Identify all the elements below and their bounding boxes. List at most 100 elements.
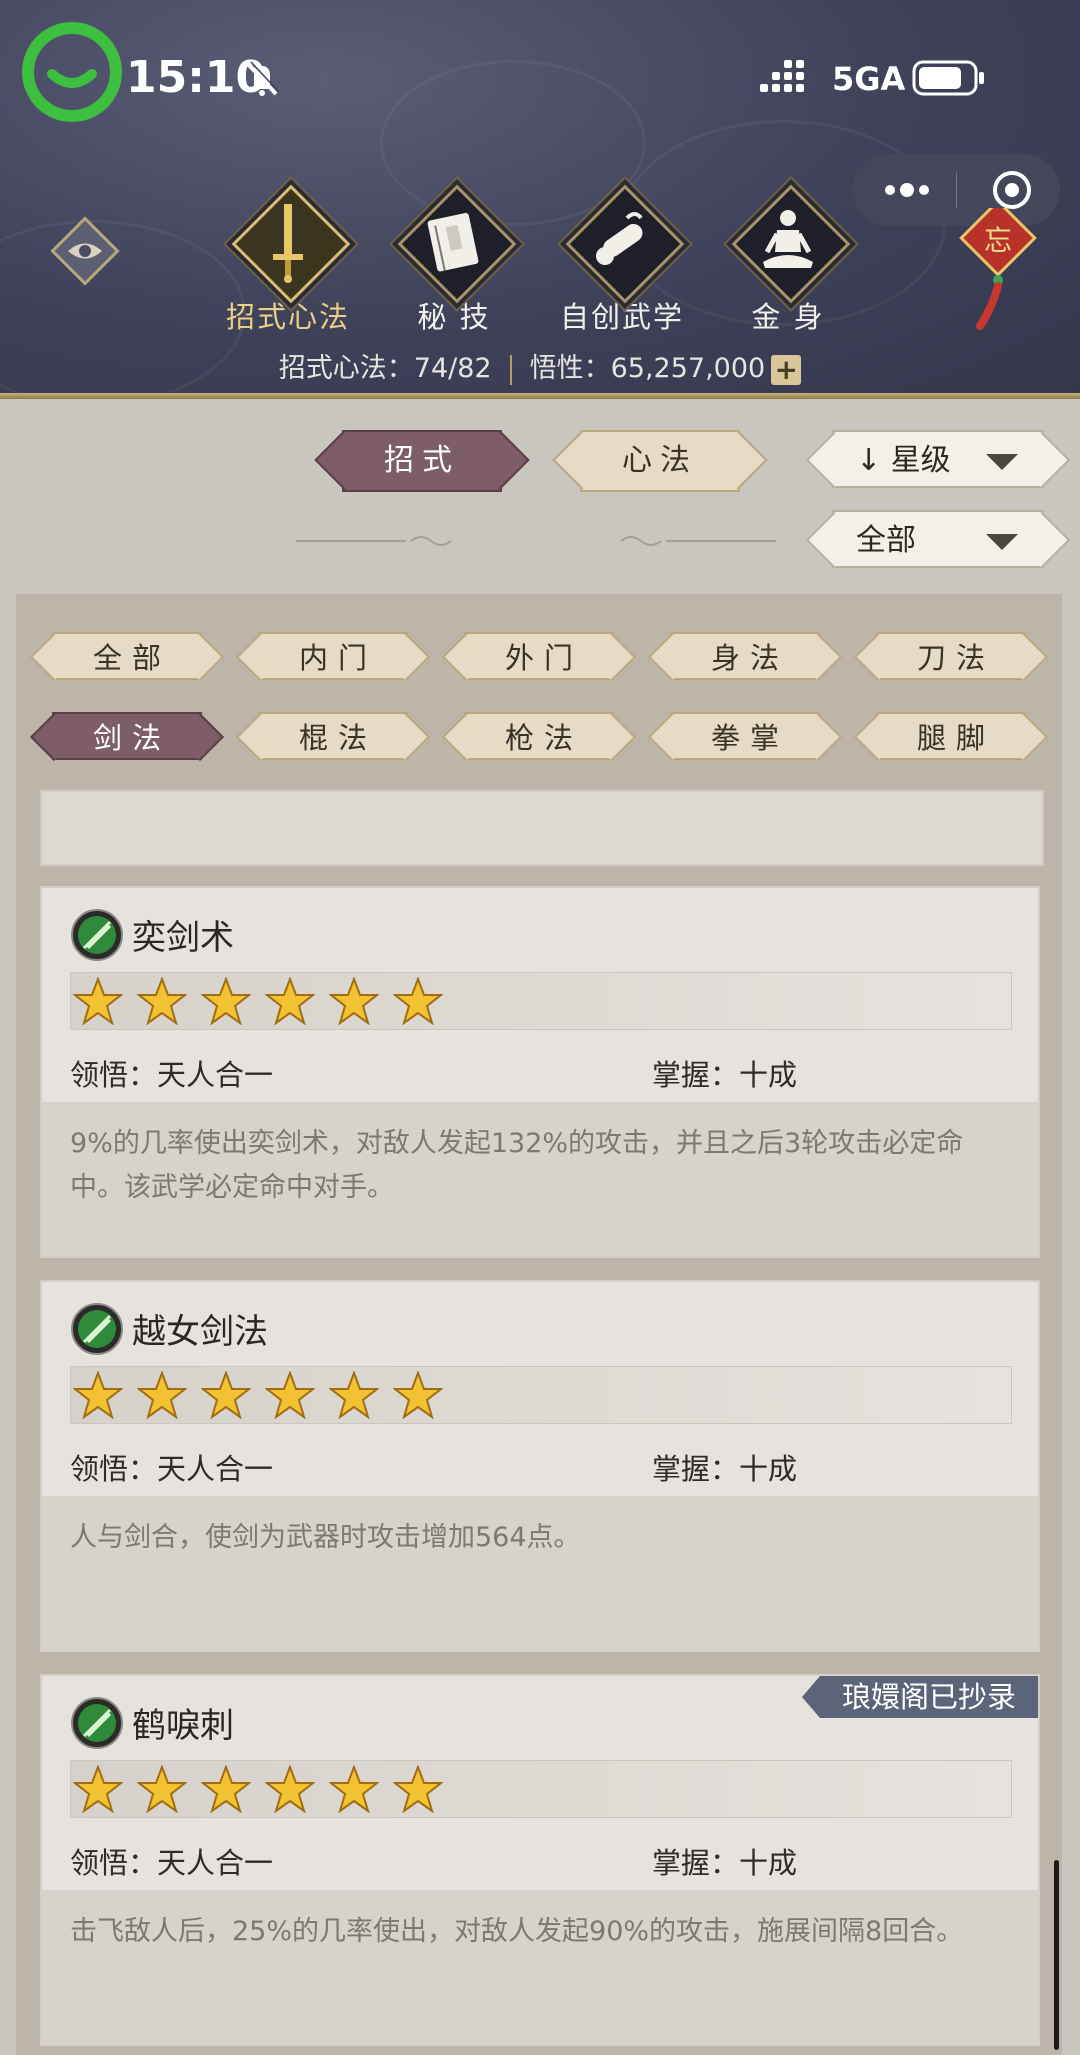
star-icon [265, 1765, 315, 1813]
scrollbar[interactable] [1054, 1860, 1059, 2050]
archived-badge: 琅嬛阁已抄录 [801, 1676, 1038, 1718]
category-saber[interactable]: 刀法 [876, 632, 1026, 680]
category-label: 腿脚 [916, 721, 995, 755]
category-sword[interactable]: 剑法 [52, 712, 202, 760]
capsule-divider [956, 172, 957, 208]
star-rating [70, 972, 1012, 1030]
chat-app-icon [22, 22, 122, 122]
filter-label: 全部 [856, 523, 916, 558]
tab-frame [731, 184, 851, 304]
star-icon [201, 977, 251, 1025]
category-inner[interactable]: 内门 [258, 632, 408, 680]
star-icon [137, 1765, 187, 1813]
star-icon [201, 1371, 251, 1419]
sword-skill-icon [71, 909, 123, 961]
mastery-level: 掌握：十成 [652, 1846, 798, 1880]
talisman-icon[interactable]: 忘 [958, 208, 1038, 338]
skill-description: 击飞敌人后，25%的几率使出，对敌人发起90%的攻击，施展间隔8回合。 [70, 1916, 964, 1947]
toggle-moves-label: 招式 [384, 443, 460, 478]
close-target-icon[interactable] [990, 168, 1034, 212]
star-icon [329, 1765, 379, 1813]
star-rating [70, 1366, 1012, 1424]
star-icon [137, 977, 187, 1025]
skill-card[interactable]: 琅嬛阁已抄录 鹤唳刺 领悟：天人合一 掌握：十成 击飞敌人后，25%的几率使出，… [40, 1674, 1040, 2046]
tab-golden-body[interactable]: 金 身 [718, 184, 858, 336]
category-label: 剑法 [92, 721, 171, 755]
toggle-mind-button[interactable]: 心法 [580, 430, 740, 492]
bell-muted-icon [246, 61, 280, 96]
scroll-icon [596, 212, 643, 265]
signal-icon [760, 60, 804, 92]
skill-panel: 全部 内门 外门 身法 刀法 剑法 棍法 枪法 拳掌 腿脚 奕剑术 领悟：天人合… [16, 594, 1062, 2055]
star-icon [393, 1765, 443, 1813]
category-fist[interactable]: 拳掌 [670, 712, 820, 760]
category-label: 全部 [92, 641, 171, 675]
skill-name: 越女剑法 [132, 1312, 268, 1352]
star-icon [265, 977, 315, 1025]
eye-icon[interactable] [50, 216, 120, 286]
skill-card[interactable]: 奕剑术 领悟：天人合一 掌握：十成 9%的几率使出奕剑术，对敌人发起132%的攻… [40, 886, 1040, 1258]
moves-count: 招式心法：74/82 [278, 353, 492, 384]
book-icon [427, 212, 479, 272]
star-icon [393, 977, 443, 1025]
skill-name: 奕剑术 [132, 918, 234, 958]
category-label: 身法 [710, 641, 789, 675]
category-all[interactable]: 全部 [52, 632, 202, 680]
tab-frame [231, 184, 351, 304]
description-box: 击飞敌人后，25%的几率使出，对敌人发起90%的攻击，施展间隔8回合。 [42, 1890, 1038, 2044]
star-icon [329, 977, 379, 1025]
category-leg[interactable]: 腿脚 [876, 712, 1026, 760]
star-icon [73, 977, 123, 1025]
skill-description: 人与剑合，使剑为武器时攻击增加564点。 [70, 1522, 581, 1553]
sort-arrow-icon: ↓ [856, 443, 882, 478]
comprehension-level: 领悟：天人合一 [70, 1058, 274, 1092]
star-icon [137, 1371, 187, 1419]
sort-label: 星级 [890, 443, 951, 478]
tab-secret-skills[interactable]: 秘 技 [384, 184, 524, 336]
description-box: 人与剑合，使剑为武器时攻击增加564点。 [42, 1496, 1038, 1650]
skill-card[interactable]: 越女剑法 领悟：天人合一 掌握：十成 人与剑合，使剑为武器时攻击增加564点。 [40, 1280, 1040, 1652]
category-outer[interactable]: 外门 [464, 632, 614, 680]
toggle-mind-label: 心法 [622, 443, 698, 478]
sword-skill-icon [71, 1697, 123, 1749]
stats-bar: 招式心法：74/82 悟性：65,257,000 + [0, 346, 1080, 385]
battery-icon [912, 60, 984, 96]
toggle-moves-button[interactable]: 招式 [342, 430, 502, 492]
comprehension-level: 领悟：天人合一 [70, 1452, 274, 1486]
chevron-down-icon [986, 454, 1018, 470]
star-rating [70, 1760, 1012, 1818]
skill-name: 鹤唳刺 [132, 1706, 234, 1746]
chevron-down-icon [986, 534, 1018, 550]
description-box: 9%的几率使出奕剑术，对敌人发起132%的攻击，并且之后3轮攻击必定命中。该武学… [42, 1102, 1038, 1256]
header-border [0, 393, 1080, 399]
category-label: 棍法 [298, 721, 377, 755]
category-label: 外门 [504, 641, 583, 675]
category-staff[interactable]: 棍法 [258, 712, 408, 760]
category-label: 枪法 [504, 721, 583, 755]
star-icon [201, 1765, 251, 1813]
network-label: 5GA [832, 60, 906, 98]
category-spear[interactable]: 枪法 [464, 712, 614, 760]
category-movement[interactable]: 身法 [670, 632, 820, 680]
empty-row [40, 790, 1044, 866]
star-icon [329, 1371, 379, 1419]
tab-frame [397, 184, 517, 304]
header: 15:10 5GA 招式心法 秘 技 自创武学 金 身 忘 招式心法：74/82… [0, 0, 1080, 398]
meditation-icon [763, 210, 813, 268]
add-insight-button[interactable]: + [771, 354, 802, 385]
star-icon [73, 1765, 123, 1813]
tab-self-created[interactable]: 自创武学 [552, 184, 692, 336]
more-icon[interactable] [882, 174, 932, 206]
star-icon [393, 1371, 443, 1419]
tab-moves-mind[interactable]: 招式心法 [218, 184, 358, 336]
sort-dropdown[interactable]: ↓ 星级 [832, 430, 1044, 488]
insight-value: 悟性：65,257,000 [529, 353, 766, 384]
talisman-char: 忘 [984, 224, 1012, 257]
stats-separator [509, 354, 512, 385]
mastery-level: 掌握：十成 [652, 1058, 798, 1092]
tab-frame [565, 184, 685, 304]
filter-dropdown[interactable]: 全部 [832, 510, 1044, 568]
divider-ornament [620, 536, 776, 546]
comprehension-level: 领悟：天人合一 [70, 1846, 274, 1880]
category-label: 内门 [298, 641, 377, 675]
